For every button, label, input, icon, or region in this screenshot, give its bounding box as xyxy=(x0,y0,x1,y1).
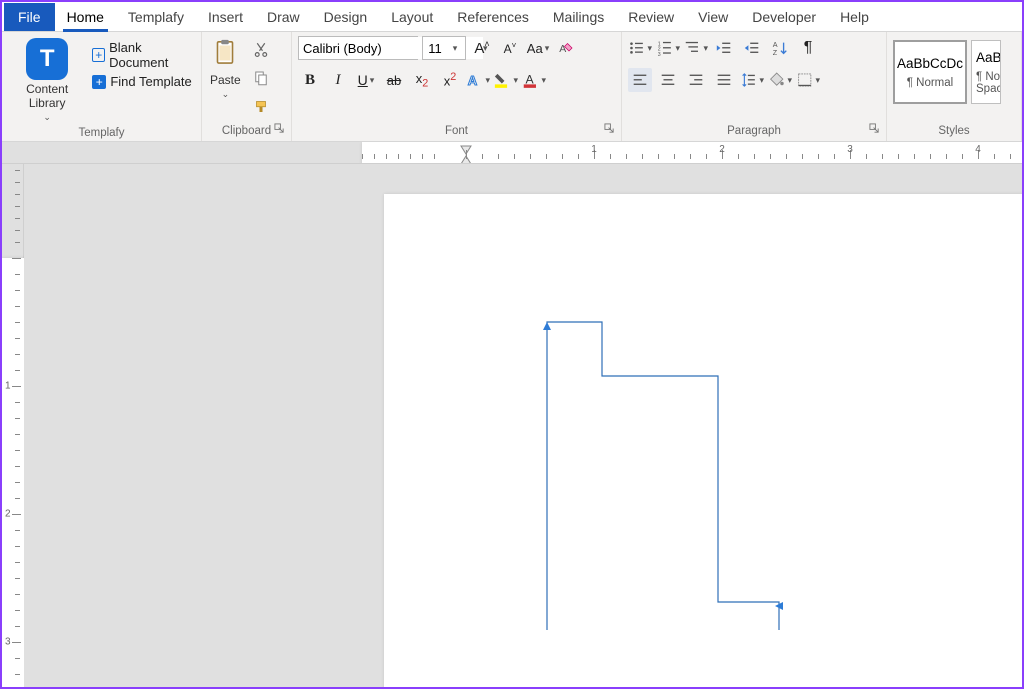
bullets-button[interactable] xyxy=(628,36,652,60)
ruler-number: 1 xyxy=(591,144,597,155)
ribbon-tab-bar: File Home Templafy Insert Draw Design La… xyxy=(2,2,1022,32)
shape-end-handle[interactable] xyxy=(775,598,783,606)
cut-button[interactable] xyxy=(249,38,273,62)
align-right-button[interactable] xyxy=(684,68,708,92)
blank-document-button[interactable]: + Blank Document xyxy=(92,40,195,70)
font-dialog-launcher[interactable] xyxy=(604,123,615,137)
blank-document-label: Blank Document xyxy=(109,40,195,70)
highlight-button[interactable] xyxy=(494,68,518,92)
ruler-number: 3 xyxy=(847,144,853,155)
borders-button[interactable] xyxy=(796,68,820,92)
paste-label: Paste xyxy=(210,73,241,87)
clipboard-dialog-launcher[interactable] xyxy=(274,123,285,137)
horizontal-ruler[interactable]: 1 2 3 4 xyxy=(2,142,1022,164)
tab-insert[interactable]: Insert xyxy=(196,3,255,31)
chevron-down-icon: ⌄ xyxy=(43,112,51,123)
ruler-number: 3 xyxy=(5,637,11,648)
align-center-button[interactable] xyxy=(656,68,680,92)
templafy-icon: T xyxy=(26,38,68,80)
svg-text:A: A xyxy=(559,43,566,55)
paste-button[interactable]: Paste ⌄ xyxy=(208,36,243,102)
style-normal[interactable]: AaBbCcDc ¶ Normal xyxy=(893,40,967,104)
change-case-button[interactable]: Aa xyxy=(526,36,550,60)
find-template-label: Find Template xyxy=(110,74,191,89)
freeform-shape[interactable] xyxy=(547,322,787,640)
content-library-button[interactable]: T Content Library ⌄ xyxy=(8,36,86,125)
svg-text:Z: Z xyxy=(773,48,778,57)
ruler-number: 2 xyxy=(5,509,11,520)
content-library-label: Content Library xyxy=(10,82,84,110)
style-no-spacing[interactable]: AaBbCcDc ¶ No Spac xyxy=(971,40,1001,104)
bold-button[interactable]: B xyxy=(298,68,322,92)
tab-draw[interactable]: Draw xyxy=(255,3,312,31)
paragraph-dialog-launcher[interactable] xyxy=(869,123,880,137)
tab-home[interactable]: Home xyxy=(55,3,116,31)
text-effects-button[interactable]: A xyxy=(466,68,490,92)
line-spacing-button[interactable] xyxy=(740,68,764,92)
style-name: ¶ No Spac xyxy=(976,71,1001,95)
clipboard-icon xyxy=(210,38,240,71)
plus-icon: + xyxy=(92,48,105,62)
chevron-down-icon: ⌄ xyxy=(222,89,230,100)
show-paragraph-marks-button[interactable]: ¶ xyxy=(796,36,820,60)
group-label-font: Font xyxy=(445,125,468,137)
shading-button[interactable] xyxy=(768,68,792,92)
group-label-styles: Styles xyxy=(938,125,969,137)
italic-button[interactable]: I xyxy=(326,68,350,92)
font-size-input[interactable] xyxy=(423,37,447,59)
shape-start-handle[interactable] xyxy=(543,318,551,326)
style-preview: AaBbCcDc xyxy=(897,56,963,71)
subscript-button[interactable]: x2 xyxy=(410,68,434,92)
tab-layout[interactable]: Layout xyxy=(379,3,445,31)
tab-design[interactable]: Design xyxy=(312,3,380,31)
tab-file[interactable]: File xyxy=(4,3,55,31)
tab-mailings[interactable]: Mailings xyxy=(541,3,616,31)
tab-review[interactable]: Review xyxy=(616,3,686,31)
justify-button[interactable] xyxy=(712,68,736,92)
ruler-number: 2 xyxy=(719,144,725,155)
sort-button[interactable]: AZ xyxy=(768,36,792,60)
svg-text:A: A xyxy=(468,73,478,88)
decrease-indent-button[interactable] xyxy=(712,36,736,60)
align-left-button[interactable] xyxy=(628,68,652,92)
plus-icon: + xyxy=(92,75,106,89)
ruler-number: 4 xyxy=(975,144,981,155)
format-painter-button[interactable] xyxy=(249,94,273,118)
copy-button[interactable] xyxy=(249,66,273,90)
group-label-paragraph: Paragraph xyxy=(727,125,781,137)
grow-font-button[interactable]: A˄ xyxy=(470,36,494,60)
superscript-button[interactable]: x2 xyxy=(438,68,462,92)
ribbon: T Content Library ⌄ + Blank Document + F… xyxy=(2,32,1022,142)
increase-indent-button[interactable] xyxy=(740,36,764,60)
document-surface[interactable] xyxy=(24,164,1022,687)
tab-references[interactable]: References xyxy=(445,3,541,31)
multilevel-list-button[interactable] xyxy=(684,36,708,60)
tab-help[interactable]: Help xyxy=(828,3,881,31)
clear-formatting-button[interactable]: A xyxy=(554,36,578,60)
numbering-button[interactable]: 123 xyxy=(656,36,680,60)
group-label-clipboard: Clipboard xyxy=(222,125,271,137)
vertical-ruler[interactable]: 1 2 3 xyxy=(2,164,24,687)
document-page[interactable] xyxy=(384,194,1022,687)
tab-developer[interactable]: Developer xyxy=(740,3,828,31)
svg-text:3: 3 xyxy=(658,52,661,57)
ruler-number: 1 xyxy=(5,381,11,392)
strikethrough-button[interactable]: ab xyxy=(382,68,406,92)
chevron-down-icon[interactable]: ▾ xyxy=(447,43,463,54)
tab-view[interactable]: View xyxy=(686,3,740,31)
style-preview: AaBbCcDc xyxy=(976,50,1001,65)
font-color-button[interactable]: A xyxy=(522,68,546,92)
group-label-templafy: Templafy xyxy=(8,125,195,141)
style-name: ¶ Normal xyxy=(907,77,953,89)
underline-button[interactable]: U xyxy=(354,68,378,92)
find-template-button[interactable]: + Find Template xyxy=(92,74,195,89)
shrink-font-button[interactable]: A˅ xyxy=(498,36,522,60)
tab-templafy[interactable]: Templafy xyxy=(116,3,196,31)
